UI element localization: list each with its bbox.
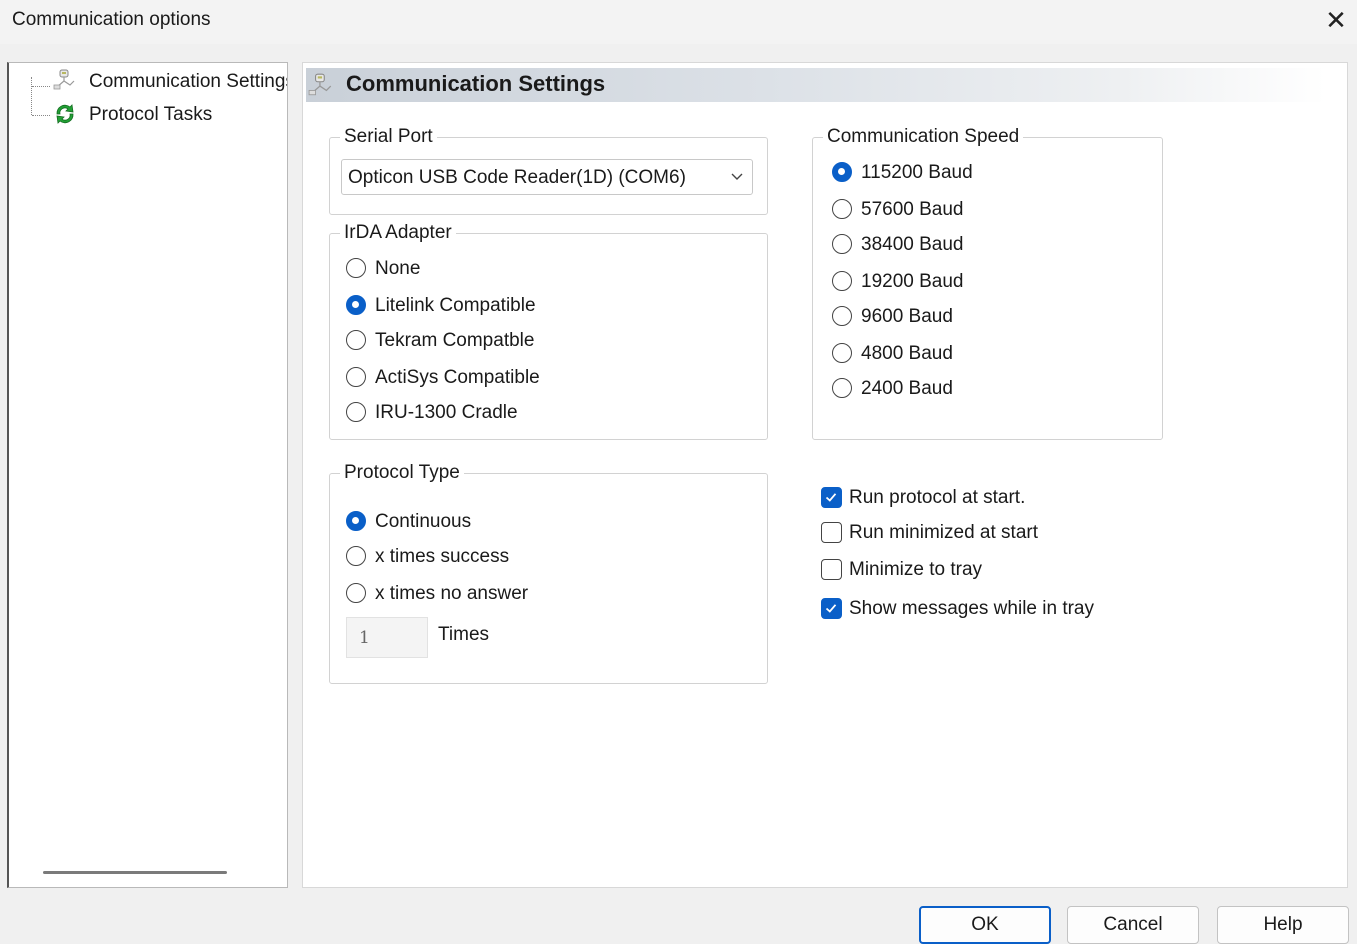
radio-label: x times no answer [375, 583, 529, 604]
checkbox-label: Show messages while in tray [849, 598, 1094, 619]
group-legend: IrDA Adapter [340, 221, 456, 245]
communication-settings-icon [308, 73, 332, 96]
radio-button[interactable] [832, 271, 852, 291]
radio-label: x times success [375, 546, 510, 567]
radio-button[interactable] [346, 583, 366, 603]
page-title: Communication Settings [346, 71, 606, 96]
title-bar: Communication options ✕ [0, 0, 1357, 44]
panel-header: Communication Settings [306, 68, 1326, 102]
radio-button[interactable] [832, 199, 852, 219]
radio-button[interactable] [346, 546, 366, 566]
group-legend: Communication Speed [823, 125, 1024, 149]
tree-connector [32, 115, 50, 116]
checkbox-checked[interactable] [821, 487, 842, 508]
radio-label: 9600 Baud [861, 306, 953, 327]
close-icon[interactable]: ✕ [1322, 4, 1350, 36]
radio-button[interactable] [832, 378, 852, 398]
group-legend: Protocol Type [340, 461, 464, 485]
radio-label: 19200 Baud [861, 271, 964, 292]
radio-button[interactable] [346, 258, 366, 278]
radio-button[interactable] [346, 330, 366, 350]
times-input[interactable]: 1 [346, 617, 428, 658]
radio-button[interactable] [832, 234, 852, 254]
serial-port-value: Opticon USB Code Reader(1D) (COM6) [348, 167, 686, 188]
group-legend: Serial Port [340, 125, 437, 149]
horizontal-scrollbar[interactable] [43, 871, 227, 874]
radio-label: 2400 Baud [861, 378, 953, 399]
serial-port-select[interactable]: Opticon USB Code Reader(1D) (COM6) [341, 159, 753, 195]
checkbox-label: Run protocol at start. [849, 487, 1026, 508]
radio-label: Litelink Compatible [375, 295, 536, 316]
radio-button[interactable] [346, 402, 366, 422]
radio-label: IRU-1300 Cradle [375, 402, 518, 423]
cancel-button[interactable]: Cancel [1067, 906, 1199, 944]
radio-button[interactable] [832, 343, 852, 363]
times-value: 1 [359, 628, 370, 648]
radio-label: 115200 Baud [861, 162, 973, 183]
tree-connector [31, 77, 32, 115]
radio-label: ActiSys Compatible [375, 367, 540, 388]
checkmark-icon [825, 493, 837, 502]
radio-label: Continuous [375, 511, 472, 532]
tree-item-protocol-tasks[interactable]: Protocol Tasks [89, 102, 212, 128]
radio-label: Tekram Compatble [375, 330, 535, 351]
communication-settings-icon [53, 69, 75, 90]
help-button[interactable]: Help [1217, 906, 1349, 944]
tree-item-label: Communication Settings [89, 71, 288, 92]
options-tree[interactable]: Communication Settings Protocol Tasks [7, 62, 288, 888]
tree-item-communication-settings[interactable]: Communication Settings [89, 69, 288, 95]
checkbox-label: Run minimized at start [849, 522, 1039, 543]
window-title: Communication options [12, 9, 211, 30]
ok-button[interactable]: OK [919, 906, 1051, 944]
checkbox[interactable] [821, 522, 842, 543]
times-label: Times [438, 624, 490, 645]
radio-label: 4800 Baud [861, 343, 953, 364]
tree-item-label: Protocol Tasks [89, 104, 213, 125]
radio-button[interactable] [346, 367, 366, 387]
radio-label: 57600 Baud [861, 199, 964, 220]
chevron-down-icon [731, 173, 743, 180]
checkbox-label: Minimize to tray [849, 559, 983, 580]
radio-label: 38400 Baud [861, 234, 964, 255]
checkmark-icon [825, 604, 837, 613]
radio-button-selected[interactable] [832, 162, 852, 182]
radio-button-selected[interactable] [346, 511, 366, 531]
checkbox[interactable] [821, 559, 842, 580]
radio-label: None [375, 258, 421, 279]
checkbox-checked[interactable] [821, 598, 842, 619]
protocol-tasks-icon [56, 104, 74, 124]
radio-button-selected[interactable] [346, 295, 366, 315]
tree-connector [32, 86, 50, 87]
radio-button[interactable] [832, 306, 852, 326]
